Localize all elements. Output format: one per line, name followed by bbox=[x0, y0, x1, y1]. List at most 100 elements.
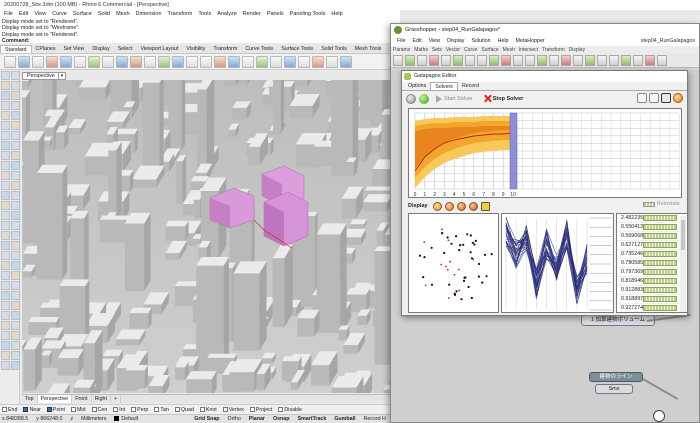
viewport-tab-right[interactable]: Right bbox=[92, 395, 111, 403]
status-toggle-record-history[interactable]: Record H bbox=[364, 415, 386, 423]
genome-list-row[interactable]: 2.482235 bbox=[617, 214, 687, 223]
current-layer[interactable]: Default bbox=[114, 415, 138, 423]
modeling-tool-icon[interactable] bbox=[11, 241, 20, 250]
toolbar-tab[interactable]: CPlanes bbox=[32, 45, 60, 53]
modeling-tool-icon[interactable] bbox=[11, 341, 20, 350]
toolbar-tool-icon[interactable] bbox=[284, 56, 296, 68]
osnap-cen[interactable]: Cen bbox=[91, 405, 107, 414]
modeling-tool-icon[interactable] bbox=[11, 301, 20, 310]
rhino-menu-item[interactable]: Transform bbox=[168, 10, 193, 19]
rhino-menu-item[interactable]: Curve bbox=[52, 10, 67, 19]
modeling-tool-icon[interactable] bbox=[11, 231, 20, 240]
osnap-quad[interactable]: Quad bbox=[174, 405, 194, 414]
viewport-tab-front[interactable]: Front bbox=[72, 395, 92, 403]
gh-component-tab[interactable]: Sets bbox=[432, 46, 442, 54]
genome-list[interactable]: 2.482235 0.550413 0.569068 0.627127 0.735246… bbox=[616, 213, 688, 313]
gh-component-tab[interactable]: Surface bbox=[481, 46, 498, 54]
toolbar-tab[interactable]: Surface Tools bbox=[277, 45, 317, 53]
viewport-tab-top[interactable]: Top bbox=[22, 395, 38, 403]
gh-component-icon[interactable] bbox=[573, 55, 583, 66]
modeling-tool-icon[interactable] bbox=[1, 251, 10, 260]
osnap-checkbox[interactable] bbox=[154, 407, 160, 412]
genome-list-scrollbar[interactable] bbox=[680, 216, 686, 312]
osnap-project[interactable]: Project bbox=[249, 405, 272, 414]
gh-component-icon[interactable] bbox=[597, 55, 607, 66]
modeling-tool-icon[interactable] bbox=[1, 321, 10, 330]
toolbar-tool-icon[interactable] bbox=[144, 56, 156, 68]
toolbar-tool-icon[interactable] bbox=[214, 56, 226, 68]
modeling-tool-icon[interactable] bbox=[1, 351, 10, 360]
toolbar-tool-icon[interactable] bbox=[18, 56, 30, 68]
modeling-tool-icon[interactable] bbox=[11, 311, 20, 320]
gh-menu-item[interactable]: Help bbox=[498, 36, 509, 46]
toolbar-tab[interactable]: Standard bbox=[0, 45, 32, 53]
modeling-tool-icon[interactable] bbox=[11, 171, 20, 180]
gh-component-icon[interactable] bbox=[549, 55, 559, 66]
toolbar-tool-icon[interactable] bbox=[200, 56, 212, 68]
rhino-menu-item[interactable]: Edit bbox=[19, 10, 28, 19]
gh-component-tab[interactable]: Curve bbox=[464, 46, 477, 54]
display-mode-icon[interactable] bbox=[456, 201, 466, 211]
modeling-tool-icon[interactable] bbox=[1, 111, 10, 120]
gh-component-icon[interactable] bbox=[477, 55, 487, 66]
run-status-icon[interactable] bbox=[419, 93, 429, 104]
command-prompt[interactable]: Command: bbox=[2, 38, 400, 44]
toolbar-tool-icon[interactable] bbox=[298, 56, 310, 68]
display-mode-icon[interactable] bbox=[468, 201, 478, 211]
modeling-tool-icon[interactable] bbox=[1, 201, 10, 210]
status-toggle-ortho[interactable]: Ortho bbox=[228, 415, 241, 423]
toolbar-tool-icon[interactable] bbox=[4, 56, 16, 68]
start-solver-button[interactable]: Start Solver bbox=[432, 93, 477, 105]
rhino-menu-item[interactable]: Mesh bbox=[116, 10, 129, 19]
osnap-checkbox[interactable] bbox=[46, 407, 52, 412]
gh-component-tab[interactable]: Transform bbox=[542, 46, 565, 54]
modeling-tool-icon[interactable] bbox=[11, 291, 20, 300]
modeling-tool-icon[interactable] bbox=[1, 271, 10, 280]
osnap-knot[interactable]: Knot bbox=[199, 405, 217, 414]
gh-component-tab[interactable]: Mesh bbox=[503, 46, 515, 54]
rhino-menu-item[interactable]: Solid bbox=[98, 10, 110, 19]
gh-component-icon[interactable] bbox=[429, 55, 439, 66]
gh-component-icon[interactable] bbox=[405, 55, 415, 66]
osnap-checkbox[interactable] bbox=[71, 407, 76, 412]
tab-record[interactable]: Record bbox=[458, 82, 483, 90]
perspective-viewport[interactable] bbox=[22, 80, 390, 393]
osnap-near[interactable]: Near bbox=[23, 405, 41, 414]
toolbar-tool-icon[interactable] bbox=[88, 56, 100, 68]
modeling-tool-icon[interactable] bbox=[1, 71, 10, 80]
modeling-tool-icon[interactable] bbox=[11, 151, 20, 160]
gh-component-icon[interactable] bbox=[525, 55, 535, 66]
gh-component-icon[interactable] bbox=[453, 55, 463, 66]
toolbar-tool-icon[interactable] bbox=[172, 56, 184, 68]
genome-list-row[interactable]: 0.735246 bbox=[617, 250, 687, 259]
toolbar-tab[interactable]: Viewport Layout bbox=[136, 45, 182, 53]
gh-component-icon[interactable] bbox=[393, 55, 403, 66]
gh-menu-item[interactable]: Display bbox=[447, 36, 464, 46]
gh-component-icon[interactable] bbox=[501, 55, 511, 66]
osnap-checkbox[interactable] bbox=[222, 407, 228, 412]
tab-options[interactable]: Options bbox=[404, 82, 430, 90]
modeling-tool-icon[interactable] bbox=[1, 331, 10, 340]
modeling-tool-icon[interactable] bbox=[11, 331, 20, 340]
gh-component-icon[interactable] bbox=[513, 55, 523, 66]
toolbar-tab[interactable]: Set View bbox=[60, 45, 89, 53]
rhino-menu-item[interactable]: Surface bbox=[73, 10, 92, 19]
gh-component-tab[interactable]: Intersect bbox=[519, 46, 538, 54]
gh-component-tab[interactable]: Maths bbox=[414, 46, 428, 54]
modeling-tool-icon[interactable] bbox=[1, 141, 10, 150]
toolbar-tool-icon[interactable] bbox=[270, 56, 282, 68]
gh-component-icon[interactable] bbox=[537, 55, 547, 66]
modeling-tool-icon[interactable] bbox=[11, 351, 20, 360]
toolbar-tool-icon[interactable] bbox=[116, 56, 128, 68]
toolbar-tool-icon[interactable] bbox=[326, 56, 338, 68]
toolbar-tab[interactable]: Curve Tools bbox=[241, 45, 277, 53]
modeling-tool-icon[interactable] bbox=[1, 211, 10, 220]
osnap-int[interactable]: Int bbox=[113, 405, 125, 414]
modeling-tool-icon[interactable] bbox=[1, 221, 10, 230]
toolbar-tool-icon[interactable] bbox=[186, 56, 198, 68]
modeling-tool-icon[interactable] bbox=[11, 121, 20, 130]
gh-component-icon[interactable] bbox=[633, 55, 643, 66]
status-toggle-grid-snap[interactable]: Grid Snap bbox=[194, 415, 219, 423]
genome-list-row[interactable]: 0.569068 bbox=[617, 232, 687, 241]
reinstate-button[interactable]: Reinstate bbox=[642, 201, 680, 207]
